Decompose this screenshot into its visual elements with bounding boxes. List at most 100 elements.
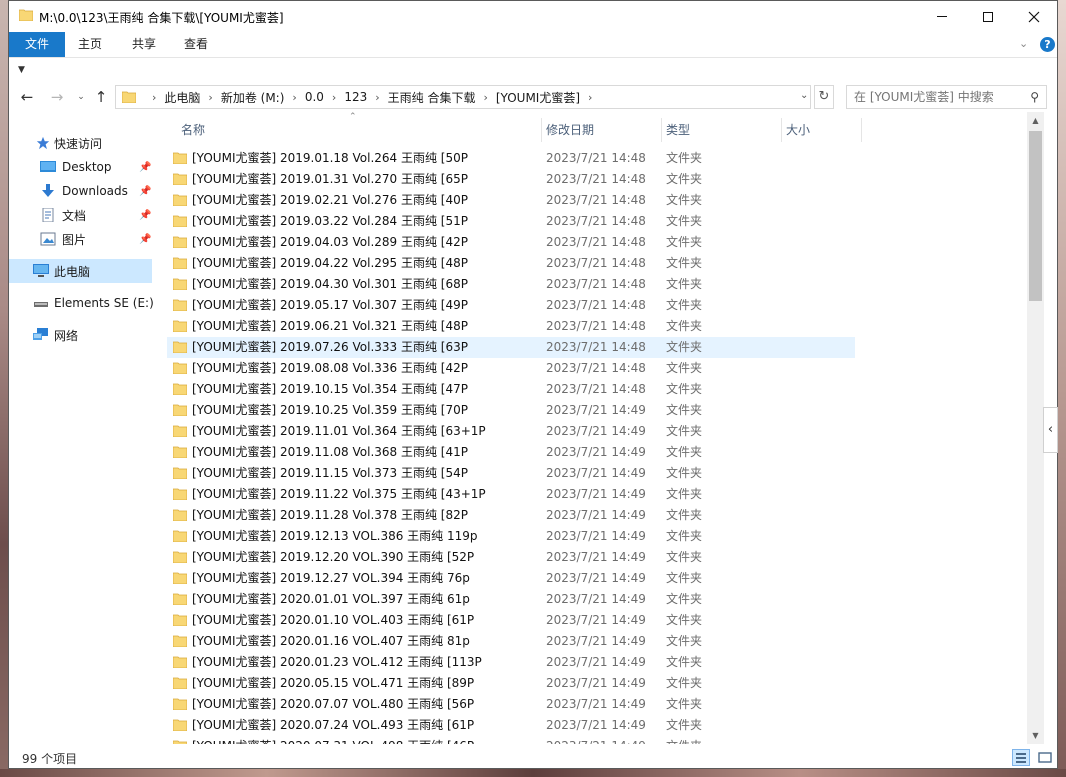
breadcrumb-item[interactable]: 123 bbox=[344, 90, 367, 104]
search-icon[interactable]: ⚲ bbox=[1030, 90, 1039, 104]
table-row[interactable]: [YOUMI尤蜜荟] 2019.05.17 Vol.307 王雨纯 [49P 20… bbox=[167, 295, 855, 316]
table-row[interactable]: [YOUMI尤蜜荟] 2019.12.20 VOL.390 王雨纯 [52P 20… bbox=[167, 547, 855, 568]
breadcrumb-item[interactable]: [YOUMI尤蜜荟] bbox=[496, 89, 580, 106]
minimize-button[interactable] bbox=[919, 1, 965, 32]
table-row[interactable]: [YOUMI尤蜜荟] 2019.01.18 Vol.264 王雨纯 [50P 20… bbox=[167, 148, 855, 169]
search-input[interactable] bbox=[847, 86, 1017, 108]
sidebar-item-downloads[interactable]: Downloads 📌 bbox=[9, 179, 152, 203]
tab-view[interactable]: 查看 bbox=[173, 32, 219, 57]
column-header-date[interactable]: 修改日期 bbox=[542, 118, 660, 142]
table-row[interactable]: [YOUMI尤蜜荟] 2019.12.27 VOL.394 王雨纯 76p 202… bbox=[167, 568, 855, 589]
scroll-up-icon[interactable]: ▲ bbox=[1027, 112, 1044, 129]
file-date: 2023/7/21 14:48 bbox=[546, 340, 646, 354]
table-row[interactable]: [YOUMI尤蜜荟] 2019.10.15 Vol.354 王雨纯 [47P 20… bbox=[167, 379, 855, 400]
customize-toolbar-icon[interactable]: ▼ bbox=[18, 65, 25, 75]
breadcrumb-item[interactable]: 0.0 bbox=[305, 90, 324, 104]
file-date: 2023/7/21 14:49 bbox=[546, 736, 646, 744]
title-bar: M:\0.0\123\王雨纯 合集下载\[YOUMI尤蜜荟] bbox=[9, 1, 1057, 32]
table-row[interactable]: [YOUMI尤蜜荟] 2019.11.08 Vol.368 王雨纯 [41P 20… bbox=[167, 442, 855, 463]
large-icons-view-button[interactable] bbox=[1036, 749, 1054, 766]
forward-button[interactable]: → bbox=[47, 87, 67, 107]
chevron-right-icon[interactable]: › bbox=[588, 91, 592, 104]
table-row[interactable]: [YOUMI尤蜜荟] 2020.07.31 VOL.498 王雨纯 [46P 20… bbox=[167, 736, 855, 744]
table-row[interactable]: [YOUMI尤蜜荟] 2020.01.10 VOL.403 王雨纯 [61P 20… bbox=[167, 610, 855, 631]
folder-icon bbox=[173, 320, 187, 332]
breadcrumb-item[interactable]: 此电脑 bbox=[164, 89, 200, 106]
recent-locations-button[interactable]: ⌄ bbox=[71, 87, 91, 107]
details-view-button[interactable] bbox=[1012, 749, 1030, 766]
vertical-scrollbar[interactable]: ▲ ▼ bbox=[1027, 112, 1044, 744]
chevron-right-icon[interactable]: › bbox=[332, 91, 336, 104]
breadcrumb-item[interactable]: 王雨纯 合集下载 bbox=[388, 89, 476, 106]
back-button[interactable]: ← bbox=[17, 87, 37, 107]
table-row[interactable]: [YOUMI尤蜜荟] 2019.12.13 VOL.386 王雨纯 119p 20… bbox=[167, 526, 855, 547]
chevron-down-icon[interactable]: ⌄ bbox=[800, 90, 808, 101]
chevron-right-icon[interactable]: › bbox=[483, 91, 487, 104]
file-name: [YOUMI尤蜜荟] 2019.04.30 Vol.301 王雨纯 [68P bbox=[192, 277, 468, 291]
close-button[interactable] bbox=[1011, 1, 1057, 32]
table-row[interactable]: [YOUMI尤蜜荟] 2019.04.30 Vol.301 王雨纯 [68P 20… bbox=[167, 274, 855, 295]
column-header-size[interactable]: 大小 bbox=[782, 118, 862, 142]
table-row[interactable]: [YOUMI尤蜜荟] 2019.11.01 Vol.364 王雨纯 [63+1P… bbox=[167, 421, 855, 442]
table-row[interactable]: [YOUMI尤蜜荟] 2020.05.15 VOL.471 王雨纯 [89P 20… bbox=[167, 673, 855, 694]
scrollbar-thumb[interactable] bbox=[1029, 131, 1042, 301]
table-row[interactable]: [YOUMI尤蜜荟] 2019.04.03 Vol.289 王雨纯 [42P 20… bbox=[167, 232, 855, 253]
table-row[interactable]: [YOUMI尤蜜荟] 2019.10.25 Vol.359 王雨纯 [70P 20… bbox=[167, 400, 855, 421]
search-box[interactable]: ⚲ bbox=[846, 85, 1047, 109]
scroll-down-icon[interactable]: ▼ bbox=[1027, 727, 1044, 744]
table-row[interactable]: [YOUMI尤蜜荟] 2019.08.08 Vol.336 王雨纯 [42P 20… bbox=[167, 358, 855, 379]
folder-icon bbox=[19, 9, 33, 21]
refresh-button[interactable]: ↻ bbox=[814, 85, 834, 109]
chevron-right-icon[interactable]: › bbox=[152, 91, 156, 104]
table-row[interactable]: [YOUMI尤蜜荟] 2019.11.15 Vol.373 王雨纯 [54P 20… bbox=[167, 463, 855, 484]
chevron-right-icon[interactable]: › bbox=[292, 91, 296, 104]
table-row[interactable]: [YOUMI尤蜜荟] 2019.02.21 Vol.276 王雨纯 [40P 20… bbox=[167, 190, 855, 211]
table-row[interactable]: [YOUMI尤蜜荟] 2019.04.22 Vol.295 王雨纯 [48P 20… bbox=[167, 253, 855, 274]
up-button[interactable]: ↑ bbox=[91, 87, 111, 107]
table-row[interactable]: [YOUMI尤蜜荟] 2020.01.01 VOL.397 王雨纯 61p 202… bbox=[167, 589, 855, 610]
chevron-right-icon[interactable]: › bbox=[375, 91, 379, 104]
sidebar-item-pictures[interactable]: 图片 📌 bbox=[9, 227, 152, 251]
table-row[interactable]: [YOUMI尤蜜荟] 2020.01.16 VOL.407 王雨纯 81p 202… bbox=[167, 631, 855, 652]
file-date: 2023/7/21 14:49 bbox=[546, 466, 646, 480]
preview-pane-toggle[interactable]: ‹ bbox=[1043, 407, 1058, 453]
sidebar-item-desktop[interactable]: Desktop 📌 bbox=[9, 155, 152, 179]
column-header-type[interactable]: 类型 bbox=[662, 118, 780, 142]
sidebar-item-elements-se[interactable]: Elements SE (E:) bbox=[9, 291, 154, 315]
file-type: 文件夹 bbox=[666, 592, 703, 606]
table-row[interactable]: [YOUMI尤蜜荟] 2019.06.21 Vol.321 王雨纯 [48P 20… bbox=[167, 316, 855, 337]
sidebar-item-documents[interactable]: 文档 📌 bbox=[9, 203, 152, 227]
sidebar-item-network[interactable]: 网络 bbox=[9, 323, 152, 347]
ribbon: 文件 主页 共享 查看 ⌄ ? bbox=[9, 32, 1057, 57]
tab-file[interactable]: 文件 bbox=[9, 32, 65, 57]
folder-icon bbox=[173, 719, 187, 731]
tab-home[interactable]: 主页 bbox=[67, 32, 113, 57]
breadcrumb-item[interactable]: 新加卷 (M:) bbox=[221, 89, 285, 106]
table-row[interactable]: [YOUMI尤蜜荟] 2019.01.31 Vol.270 王雨纯 [65P 20… bbox=[167, 169, 855, 190]
sidebar-item-quick-access[interactable]: 快速访问 bbox=[9, 131, 152, 155]
sidebar-item-this-pc[interactable]: 此电脑 bbox=[9, 259, 152, 283]
file-type: 文件夹 bbox=[666, 466, 703, 480]
table-row[interactable]: [YOUMI尤蜜荟] 2020.07.07 VOL.480 王雨纯 [56P 20… bbox=[167, 694, 855, 715]
file-date: 2023/7/21 14:48 bbox=[546, 193, 646, 207]
tab-share[interactable]: 共享 bbox=[121, 32, 167, 57]
table-row[interactable]: [YOUMI尤蜜荟] 2019.07.26 Vol.333 王雨纯 [63P 20… bbox=[167, 337, 855, 358]
table-row[interactable]: [YOUMI尤蜜荟] 2019.11.22 Vol.375 王雨纯 [43+1P… bbox=[167, 484, 855, 505]
star-icon bbox=[36, 136, 50, 150]
help-icon[interactable]: ? bbox=[1040, 37, 1055, 52]
table-row[interactable]: [YOUMI尤蜜荟] 2020.07.24 VOL.493 王雨纯 [61P 20… bbox=[167, 715, 855, 736]
column-header-name[interactable]: 名称 bbox=[177, 118, 537, 142]
table-row[interactable]: [YOUMI尤蜜荟] 2019.11.28 Vol.378 王雨纯 [82P 20… bbox=[167, 505, 855, 526]
file-name: [YOUMI尤蜜荟] 2019.04.03 Vol.289 王雨纯 [42P bbox=[192, 235, 468, 249]
table-row[interactable]: [YOUMI尤蜜荟] 2019.03.22 Vol.284 王雨纯 [51P 20… bbox=[167, 211, 855, 232]
file-type: 文件夹 bbox=[666, 340, 703, 354]
address-bar[interactable]: › 此电脑 › 新加卷 (M:) › 0.0 › 123 › 王雨纯 合集下载 … bbox=[115, 85, 811, 109]
sidebar-item-label: 快速访问 bbox=[54, 136, 103, 151]
file-date: 2023/7/21 14:48 bbox=[546, 256, 646, 270]
column-divider[interactable] bbox=[861, 118, 862, 142]
sidebar-item-label: 图片 bbox=[62, 232, 87, 247]
maximize-button[interactable] bbox=[965, 1, 1011, 32]
table-row[interactable]: [YOUMI尤蜜荟] 2020.01.23 VOL.412 王雨纯 [113P 2… bbox=[167, 652, 855, 673]
chevron-right-icon[interactable]: › bbox=[208, 91, 212, 104]
expand-ribbon-icon[interactable]: ⌄ bbox=[1019, 37, 1028, 50]
